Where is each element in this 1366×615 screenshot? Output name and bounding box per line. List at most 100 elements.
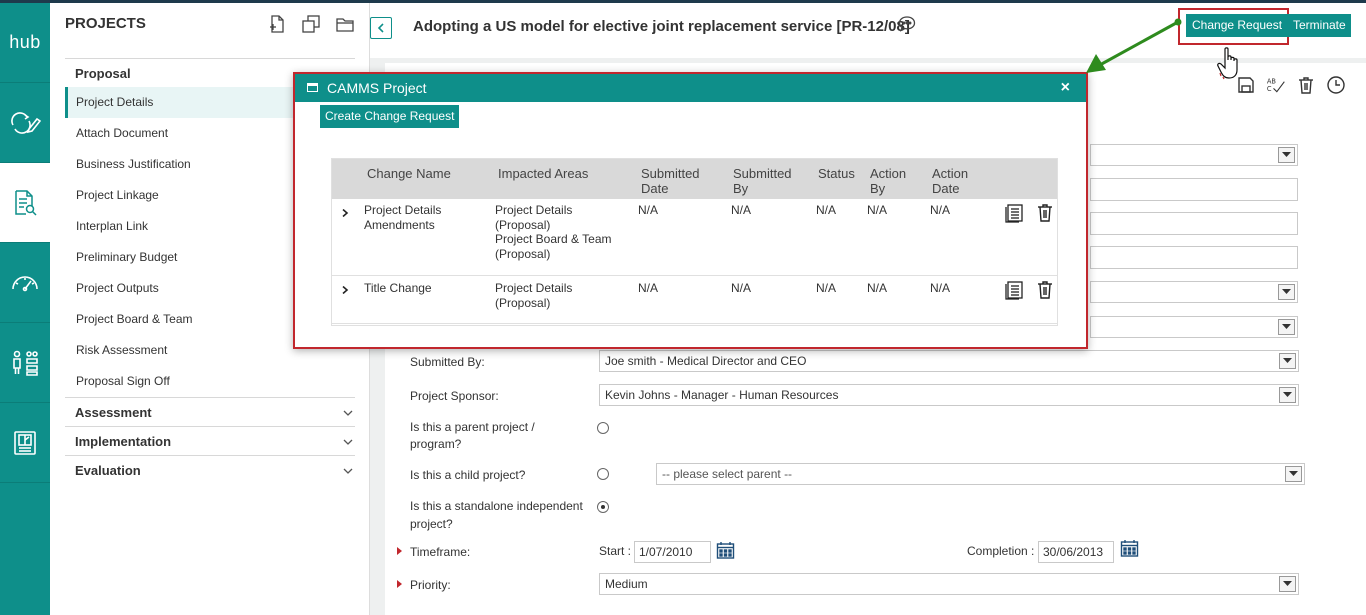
col-action-date-line2: Date [932, 181, 960, 196]
priority-value: Medium [605, 577, 648, 591]
table-row[interactable]: Project Details Amendments Project Detai… [332, 199, 1057, 276]
chevron-down-icon [343, 410, 353, 416]
timeframe-row: Timeframe: [397, 545, 470, 559]
row-change-name-line1: Title Change [364, 281, 432, 295]
completion-label: Completion : [967, 544, 1035, 558]
parent-project-label: Is this a parent project / program? [410, 420, 535, 451]
section-evaluation-label: Evaluation [75, 463, 141, 478]
history-icon[interactable] [1326, 75, 1346, 95]
priority-label: Priority: [410, 578, 451, 592]
col-submitted-by[interactable]: Submitted By [733, 166, 792, 196]
completion-date-input[interactable]: 30/06/2013 [1038, 541, 1114, 563]
rail-item-document-search[interactable] [0, 163, 50, 243]
gauge-icon [12, 275, 38, 291]
delete-icon[interactable] [1296, 75, 1316, 95]
delete-icon[interactable] [1035, 203, 1055, 223]
priority-select[interactable]: Medium [599, 573, 1299, 595]
child-project-radio[interactable] [597, 468, 609, 480]
copy-icon[interactable] [302, 15, 320, 33]
calendar-icon[interactable] [716, 541, 735, 560]
row-impacted-area-line: Project Board & Team [495, 232, 612, 246]
col-action-by[interactable]: Action By [870, 166, 906, 196]
col-status[interactable]: Status [818, 166, 855, 181]
project-sponsor-select[interactable]: Kevin Johns - Manager - Human Resources [599, 384, 1299, 406]
view-details-icon[interactable] [1004, 280, 1024, 300]
section-implementation[interactable]: Implementation [65, 426, 355, 455]
hand-cursor-icon [1217, 47, 1238, 80]
hidden-select-1[interactable] [1090, 144, 1298, 166]
rail-home[interactable]: hub [0, 3, 50, 83]
hidden-text-3[interactable] [1090, 246, 1298, 269]
comment-icon[interactable] [898, 15, 916, 32]
section-evaluation[interactable]: Evaluation [65, 455, 355, 484]
row-action-by: N/A [867, 281, 888, 295]
camms-project-dialog: CAMMS Project × Create Change Request Ch… [293, 72, 1088, 349]
col-action-date[interactable]: Action Date [932, 166, 968, 196]
chevron-left-icon [377, 23, 384, 33]
row-impacted-areas: Project Details (Proposal) [495, 281, 572, 310]
sidebar-title: PROJECTS [65, 15, 146, 32]
row-submitted-by: N/A [731, 203, 752, 217]
rail-item-report[interactable] [0, 403, 50, 483]
dialog-title: CAMMS Project [327, 80, 427, 96]
change-request-button[interactable]: Change Request [1186, 14, 1289, 37]
rail-item-sync-edit[interactable] [0, 83, 50, 163]
dropdown-arrow-icon [1285, 466, 1302, 482]
row-impacted-area-line: (Proposal) [495, 246, 551, 261]
terminate-button[interactable]: Terminate [1288, 14, 1351, 37]
dropdown-arrow-icon [1279, 353, 1296, 369]
collapse-sidebar-button[interactable] [370, 17, 392, 39]
create-change-request-button[interactable]: Create Change Request [320, 105, 460, 128]
standalone-project-radio[interactable] [597, 501, 609, 513]
rail-item-gauge[interactable] [0, 243, 50, 323]
sync-edit-icon [11, 111, 41, 134]
folder-icon[interactable] [336, 15, 354, 33]
section-assessment[interactable]: Assessment [65, 397, 355, 426]
document-search-icon [15, 189, 37, 216]
submitted-by-value: Joe smith - Medical Director and CEO [605, 354, 807, 368]
col-impacted-areas[interactable]: Impacted Areas [498, 166, 588, 181]
sidebar-item-proposal-sign-off[interactable]: Proposal Sign Off [65, 366, 355, 397]
row-submitted-date: N/A [638, 281, 659, 295]
parent-select-placeholder: -- please select parent -- [662, 467, 793, 481]
view-details-icon[interactable] [1004, 203, 1024, 223]
row-action-date: N/A [930, 281, 951, 295]
delete-icon[interactable] [1035, 280, 1055, 300]
project-sponsor-label: Project Sponsor: [410, 389, 499, 403]
col-change-name[interactable]: Change Name [367, 166, 451, 181]
row-change-name: Title Change [364, 281, 432, 296]
table-row[interactable]: Title Change Project Details (Proposal) … [332, 276, 1057, 324]
submitted-by-select[interactable]: Joe smith - Medical Director and CEO [599, 350, 1299, 372]
hidden-select-3[interactable] [1090, 316, 1298, 338]
hidden-text-1[interactable] [1090, 178, 1298, 201]
chevron-down-icon [343, 439, 353, 445]
col-submitted-date-line2: Date [641, 181, 669, 196]
start-date-input[interactable]: 1/07/2010 [634, 541, 711, 563]
hidden-select-2[interactable] [1090, 281, 1298, 303]
calendar-icon[interactable] [1120, 539, 1139, 558]
row-change-name-line1: Project Details [364, 203, 442, 217]
parent-project-radio[interactable] [597, 422, 609, 434]
dropdown-arrow-icon [1278, 319, 1295, 335]
col-submitted-date[interactable]: Submitted Date [641, 166, 700, 196]
chevron-right-icon[interactable] [341, 209, 349, 217]
table-header: Change Name Impacted Areas Submitted Dat… [332, 159, 1057, 199]
people-chart-icon [13, 350, 38, 376]
dropdown-arrow-icon [1279, 387, 1296, 403]
dialog-header: CAMMS Project × [295, 74, 1086, 102]
close-icon[interactable]: × [1061, 74, 1070, 102]
chevron-right-icon[interactable] [341, 286, 349, 294]
submitted-by-label: Submitted By: [410, 355, 485, 369]
row-impacted-area-line: (Proposal) [495, 217, 551, 232]
required-marker [397, 547, 402, 555]
hidden-text-2[interactable] [1090, 212, 1298, 235]
new-file-icon[interactable] [268, 15, 286, 33]
window-icon [307, 83, 318, 92]
rail-item-people-chart[interactable] [0, 323, 50, 403]
spellcheck-icon[interactable]: ABC [1266, 75, 1286, 95]
col-submitted-date-line1: Submitted [641, 166, 700, 181]
dropdown-arrow-icon [1278, 284, 1295, 300]
row-status: N/A [816, 281, 837, 295]
row-submitted-by: N/A [731, 281, 752, 295]
parent-select[interactable]: -- please select parent -- [656, 463, 1305, 485]
